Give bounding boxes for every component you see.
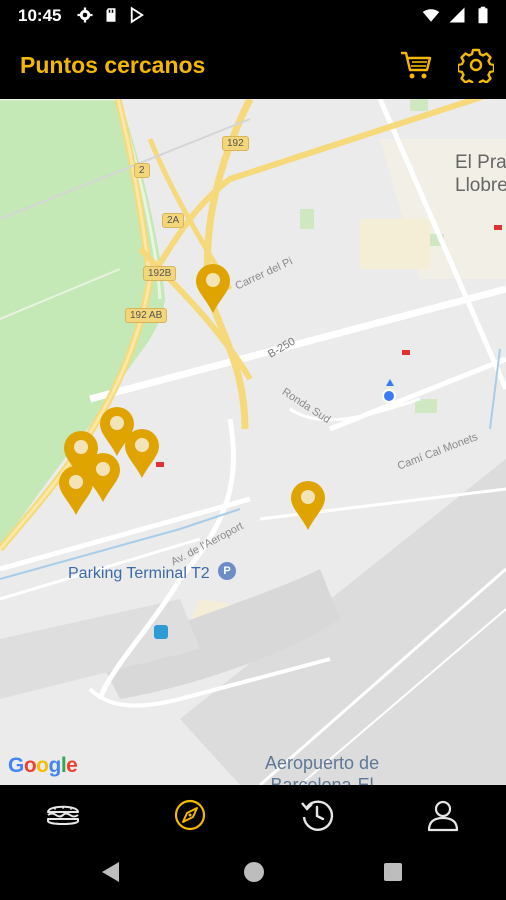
place-label-airport: Aeropuerto de Barcelona-El bbox=[265, 752, 379, 785]
cart-icon[interactable] bbox=[398, 47, 434, 83]
road-shield: 2 bbox=[134, 163, 150, 178]
page-title: Puntos cercanos bbox=[20, 52, 206, 78]
system-nav-bar bbox=[0, 845, 506, 900]
map-pin[interactable] bbox=[289, 480, 327, 532]
back-icon[interactable] bbox=[102, 862, 119, 882]
google-logo: Google bbox=[8, 754, 78, 778]
gear-icon[interactable] bbox=[458, 47, 494, 83]
compass-icon[interactable] bbox=[172, 797, 208, 833]
road-shield: 192 AB bbox=[125, 308, 168, 323]
map-pin[interactable] bbox=[194, 263, 232, 315]
settings-icon bbox=[77, 7, 93, 23]
sd-card-icon bbox=[106, 8, 116, 22]
place-label-line: Barcelona-El bbox=[270, 775, 374, 785]
road-shield: 192 bbox=[222, 136, 249, 151]
road-shield: 2A bbox=[162, 213, 185, 228]
metro-icon bbox=[154, 625, 168, 639]
map-pin[interactable] bbox=[57, 465, 95, 517]
signal-icon bbox=[449, 7, 465, 23]
place-label-line: El Prat bbox=[455, 152, 506, 173]
logo-letter: G bbox=[8, 754, 24, 777]
road-shield: 192B bbox=[143, 266, 177, 281]
map-pin[interactable] bbox=[123, 428, 161, 480]
place-label-line: Llobreg bbox=[455, 175, 506, 196]
home-icon[interactable] bbox=[244, 862, 264, 882]
history-icon[interactable] bbox=[299, 797, 335, 833]
logo-letter: o bbox=[23, 754, 37, 777]
user-heading-icon bbox=[386, 379, 394, 386]
place-label-parking: Parking Terminal T2 bbox=[68, 565, 210, 582]
profile-icon[interactable] bbox=[425, 797, 461, 833]
status-left-icons bbox=[76, 6, 146, 24]
logo-letter: e bbox=[66, 754, 78, 777]
place-label-city: El Prat Llobreg bbox=[455, 151, 506, 197]
app-bar: Puntos cercanos bbox=[0, 32, 506, 99]
sandwich-icon[interactable] bbox=[45, 797, 81, 833]
status-time: 10:45 bbox=[18, 6, 62, 25]
logo-letter: o bbox=[36, 754, 49, 777]
play-store-icon bbox=[130, 6, 144, 24]
status-bar: 10:45 bbox=[0, 0, 506, 32]
wifi-icon bbox=[422, 9, 440, 22]
logo-letter: g bbox=[48, 754, 62, 777]
place-label-line: Aeropuerto de bbox=[265, 753, 380, 773]
battery-icon bbox=[478, 6, 488, 24]
user-location-dot bbox=[382, 389, 396, 403]
status-right-icons bbox=[422, 6, 492, 24]
bottom-nav bbox=[0, 785, 506, 845]
parking-icon: P bbox=[218, 562, 236, 580]
map-view[interactable]: 192 2 2A 192B 192 AB El Prat Llobreg Car… bbox=[0, 99, 506, 785]
recents-icon[interactable] bbox=[384, 863, 402, 881]
